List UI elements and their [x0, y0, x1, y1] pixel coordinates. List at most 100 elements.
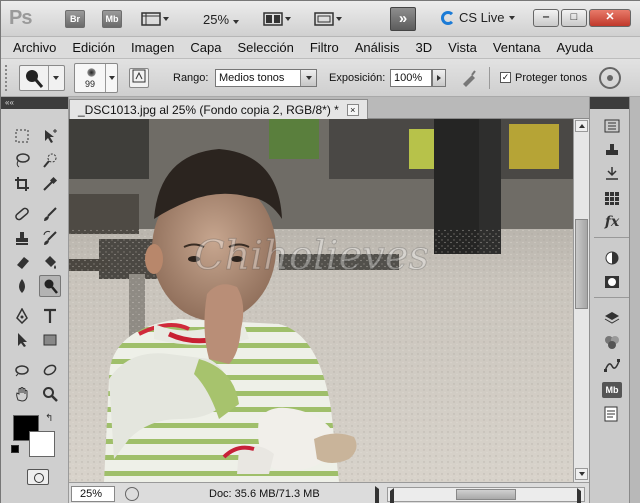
- vertical-scrollbar[interactable]: [573, 119, 589, 482]
- history-icon: [604, 119, 620, 133]
- menu-3d[interactable]: 3D: [416, 40, 433, 55]
- swap-colors-icon[interactable]: ↰: [45, 413, 53, 424]
- pen-tool[interactable]: [11, 305, 33, 327]
- chevron-down-icon: [163, 17, 169, 21]
- close-button[interactable]: ✕: [589, 9, 631, 27]
- crop-icon: [15, 177, 29, 191]
- eraser-tool[interactable]: [11, 251, 33, 273]
- menu-archivo[interactable]: Archivo: [13, 40, 56, 55]
- view-extras-button[interactable]: [141, 10, 169, 28]
- status-menu-button[interactable]: [375, 486, 379, 503]
- notes-panel-button[interactable]: [600, 403, 624, 425]
- status-zoom-input[interactable]: 25%: [71, 486, 115, 502]
- type-tool[interactable]: [39, 305, 61, 327]
- tools-panel-header[interactable]: ««: [1, 97, 68, 109]
- range-select[interactable]: Medios tonos: [215, 69, 317, 87]
- layers-panel-button[interactable]: [600, 307, 624, 329]
- exposure-slider-button[interactable]: [432, 69, 446, 87]
- zoom-level-select[interactable]: 25%: [203, 12, 239, 27]
- marquee-tool[interactable]: [11, 125, 33, 147]
- menu-analisis[interactable]: Análisis: [355, 40, 400, 55]
- tool-preset-picker[interactable]: [19, 65, 65, 91]
- 3d-rotate-tool[interactable]: [11, 359, 33, 381]
- channels-panel-button[interactable]: [600, 331, 624, 353]
- brush-tool[interactable]: [39, 203, 61, 225]
- default-colors-icon[interactable]: [11, 445, 19, 453]
- menu-bar: Archivo Edición Imagen Capa Selección Fi…: [1, 37, 640, 59]
- tools-panel: «« ↰: [1, 97, 69, 503]
- menu-edicion[interactable]: Edición: [72, 40, 115, 55]
- protect-tones-label: Proteger tonos: [515, 72, 588, 84]
- arrange-documents-button[interactable]: [263, 10, 291, 28]
- spot-healing-tool[interactable]: [11, 203, 33, 225]
- quick-mask-button[interactable]: [27, 469, 49, 485]
- history-panel-button[interactable]: [600, 115, 624, 137]
- image-canvas[interactable]: Chiholieves: [69, 119, 573, 482]
- close-tab-button[interactable]: ×: [346, 103, 359, 116]
- rectangle-tool[interactable]: [39, 329, 61, 351]
- move-tool[interactable]: [39, 125, 61, 147]
- menu-vista[interactable]: Vista: [448, 40, 477, 55]
- eyedropper-tool[interactable]: [39, 173, 61, 195]
- airbrush-toggle-button[interactable]: [459, 68, 479, 88]
- chevron-down-icon: [232, 20, 239, 24]
- workspace-switcher-button[interactable]: »: [390, 7, 416, 31]
- masks-panel-button[interactable]: [600, 271, 624, 293]
- minimize-button[interactable]: ‒: [533, 9, 559, 27]
- airbrush-icon: [463, 70, 476, 87]
- chevron-down-icon: [578, 472, 585, 476]
- menu-ayuda[interactable]: Ayuda: [557, 40, 594, 55]
- crop-tool[interactable]: [11, 173, 33, 195]
- maximize-button[interactable]: □: [561, 9, 587, 27]
- horizontal-scrollbar[interactable]: [387, 487, 585, 503]
- status-info-icon[interactable]: [125, 487, 139, 501]
- actions-panel-button[interactable]: [600, 163, 624, 185]
- path-selection-tool[interactable]: [11, 329, 33, 351]
- zoom-icon: [43, 387, 58, 402]
- styles-panel-button[interactable]: fx: [600, 211, 624, 233]
- launch-mini-bridge-button[interactable]: Mb: [102, 10, 122, 28]
- mini-bridge-panel-button[interactable]: Mb: [600, 379, 624, 401]
- 3d-orbit-tool[interactable]: [39, 359, 61, 381]
- options-grip[interactable]: [5, 65, 11, 91]
- launch-bridge-button[interactable]: Br: [65, 10, 85, 28]
- zoom-tool[interactable]: [39, 383, 61, 405]
- history-brush-tool[interactable]: [39, 227, 61, 249]
- path-selection-icon: [18, 333, 27, 347]
- scroll-up-button[interactable]: [575, 120, 588, 132]
- adjustments-panel-button[interactable]: [600, 247, 624, 269]
- swatches-panel-button[interactable]: [600, 187, 624, 209]
- paths-panel-button[interactable]: [600, 355, 624, 377]
- document-tab[interactable]: _DSC1013.jpg al 25% (Fondo copia 2, RGB/…: [69, 99, 368, 119]
- scroll-down-button[interactable]: [575, 468, 588, 480]
- vertical-scroll-thumb[interactable]: [575, 219, 588, 309]
- clone-stamp-tool[interactable]: [11, 227, 33, 249]
- brush-panel-toggle-button[interactable]: [129, 68, 149, 88]
- blur-tool[interactable]: [11, 275, 33, 297]
- clone-source-panel-button[interactable]: [600, 139, 624, 161]
- pen-icon: [16, 308, 28, 324]
- rectangle-icon: [43, 334, 57, 346]
- exposure-input[interactable]: 100%: [390, 69, 432, 87]
- cs-live-button[interactable]: CS Live: [441, 10, 515, 25]
- paint-bucket-tool[interactable]: [39, 251, 61, 273]
- lasso-tool[interactable]: [11, 149, 33, 171]
- screen-mode-button[interactable]: [314, 10, 342, 28]
- menu-capa[interactable]: Capa: [190, 40, 221, 55]
- pressure-size-icon[interactable]: [599, 67, 621, 89]
- scroll-right-button[interactable]: [577, 488, 581, 503]
- dodge-burn-tool[interactable]: [39, 275, 61, 297]
- document-tabs: _DSC1013.jpg al 25% (Fondo copia 2, RGB/…: [69, 97, 589, 119]
- menu-imagen[interactable]: Imagen: [131, 40, 174, 55]
- quick-selection-tool[interactable]: [39, 149, 61, 171]
- protect-tones-checkbox[interactable]: ✓: [500, 72, 511, 83]
- scroll-left-button[interactable]: [390, 488, 394, 503]
- background-color-swatch[interactable]: [29, 431, 55, 457]
- horizontal-scroll-thumb[interactable]: [456, 489, 516, 500]
- brush-preset-picker[interactable]: 99: [74, 63, 118, 93]
- hand-tool[interactable]: [11, 383, 33, 405]
- menu-ventana[interactable]: Ventana: [493, 40, 541, 55]
- menu-seleccion[interactable]: Selección: [237, 40, 293, 55]
- menu-filtro[interactable]: Filtro: [310, 40, 339, 55]
- panel-collapse-strip[interactable]: [629, 97, 640, 503]
